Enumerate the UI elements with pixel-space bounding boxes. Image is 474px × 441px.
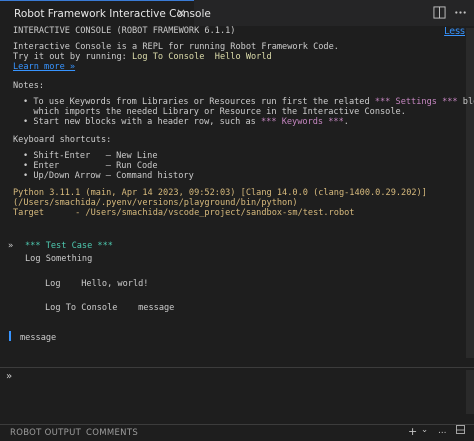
scrollbar[interactable] [466,28,474,358]
add-icon[interactable]: + [408,425,418,438]
panel-icon[interactable] [456,425,465,437]
tab-robot-console[interactable]: Robot Framework Interactive Console × [0,0,211,26]
intro-line2: Try it out by running: Log To Console He… [13,52,272,62]
shortcut-item: • Enter – Run Code [23,161,158,171]
split-editor-icon[interactable] [433,6,446,19]
shortcut-item: • Shift-Enter – New Line [23,151,158,161]
shortcuts-heading: Keyboard shortcuts: [13,135,112,145]
chevron-down-icon[interactable]: ⌄ [421,425,428,435]
input-scrollbar[interactable] [466,370,474,414]
intro-line1: Interactive Console is a REPL for runnin… [13,42,339,52]
note-item: • To use Keywords from Libraries or Reso… [23,97,474,107]
cell-step: Log Hello, world! [45,279,149,289]
python-path: (/Users/smachida/.pyenv/versions/playgro… [13,198,298,208]
output-indicator [9,331,11,341]
close-icon[interactable]: × [176,6,186,20]
less-link[interactable]: Less [444,26,465,37]
console-output: INTERACTIVE CONSOLE (ROBOT FRAMEWORK 6.1… [0,26,474,424]
notes-heading: Notes: [13,81,45,91]
tab-bar: Robot Framework Interactive Console × [0,0,474,26]
cell-marker: » [8,241,14,251]
input-prompt: » [6,371,13,382]
shortcut-item: • Up/Down Arrow – Command history [23,171,194,181]
console-input[interactable]: » [0,368,474,418]
note-item: • Start new blocks with a header row, su… [23,117,349,127]
banner: INTERACTIVE CONSOLE (ROBOT FRAMEWORK 6.1… [13,26,236,36]
sample-code: Log To Console Hello World [132,52,272,62]
python-version: Python 3.11.1 (main, Apr 14 2023, 09:52:… [13,188,427,198]
more-actions-icon[interactable] [454,6,467,19]
panel-tabs: ROBOT OUTPUT COMMENTS + ⌄ … [0,424,474,441]
learn-more-link[interactable]: Learn more » [13,62,75,72]
note-item-cont: which imports the needed Library or Reso… [23,107,406,117]
tab-robot-output[interactable]: ROBOT OUTPUT [10,428,81,438]
cell-step: Log To Console message [45,303,175,313]
cell-header: *** Test Case *** [25,241,113,251]
output-text: message [20,333,57,343]
more-icon[interactable]: … [438,426,447,436]
cell-test-name: Log Something [25,254,93,264]
target-path: Target - /Users/smachida/vscode_project/… [13,208,355,218]
tab-comments[interactable]: COMMENTS [86,428,138,438]
